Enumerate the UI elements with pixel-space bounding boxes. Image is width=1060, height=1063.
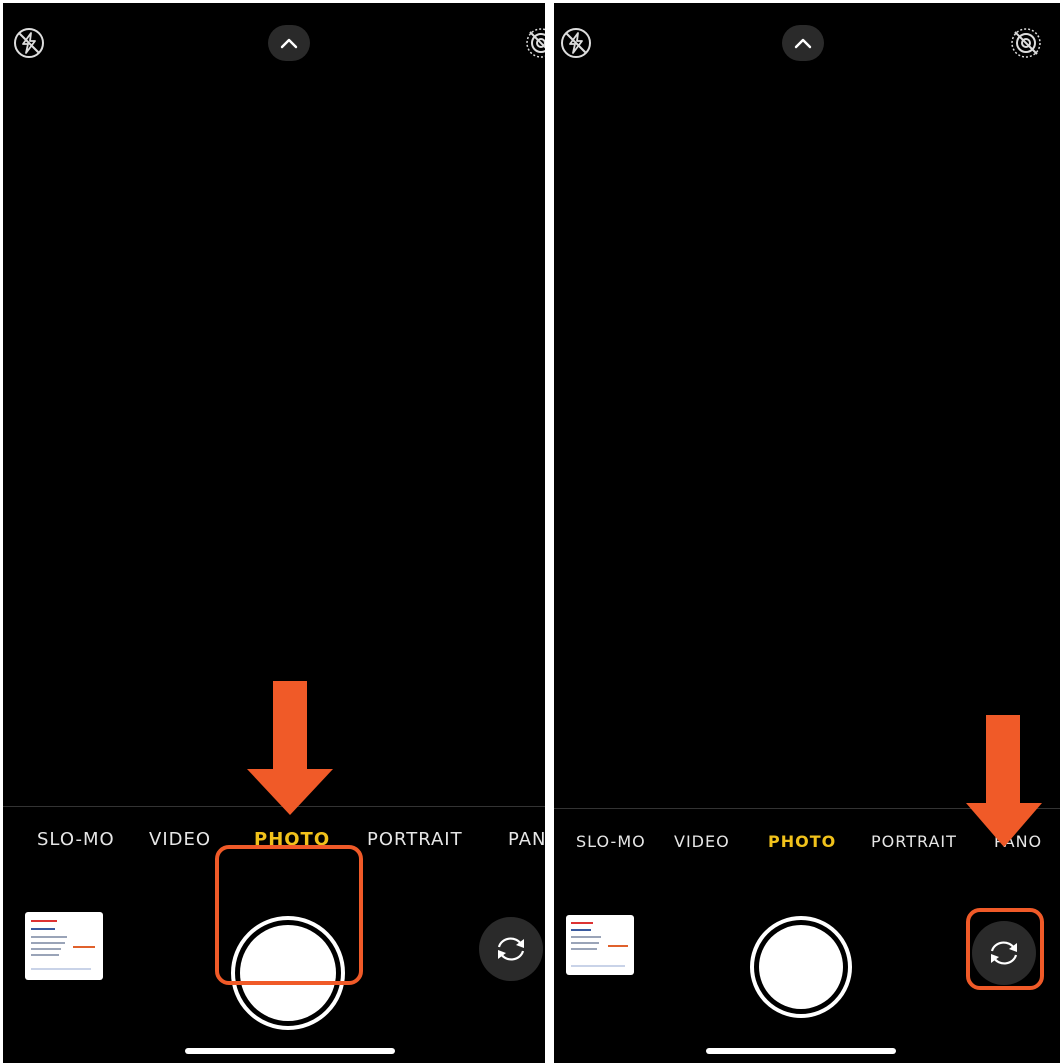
mode-photo[interactable]: PHOTO	[768, 832, 836, 851]
flip-camera-icon	[497, 937, 525, 961]
shutter-button-core	[759, 925, 843, 1009]
flip-camera-button[interactable]	[479, 917, 543, 981]
flip-camera-highlight-box	[966, 908, 1044, 990]
chevron-up-icon	[794, 38, 812, 49]
shutter-highlight-box	[215, 845, 363, 985]
flash-off-icon[interactable]	[560, 27, 592, 59]
home-indicator[interactable]	[185, 1048, 395, 1054]
arrow-down-indicator	[966, 715, 1042, 847]
flash-off-icon[interactable]	[13, 27, 45, 59]
arrow-down-indicator	[247, 681, 333, 815]
chevron-up-icon	[280, 38, 298, 49]
shutter-button[interactable]	[750, 916, 852, 1018]
expand-controls-button[interactable]	[268, 25, 310, 61]
camera-screen-left: SLO-MO VIDEO PHOTO PORTRAIT PANO	[3, 3, 545, 1063]
live-photo-off-icon[interactable]	[525, 27, 545, 59]
mode-video[interactable]: VIDEO	[149, 829, 211, 850]
mode-slo-mo[interactable]: SLO-MO	[576, 832, 646, 851]
mode-slo-mo[interactable]: SLO-MO	[37, 829, 115, 850]
mode-portrait[interactable]: PORTRAIT	[871, 832, 957, 851]
mode-video[interactable]: VIDEO	[674, 832, 730, 851]
last-photo-thumbnail[interactable]	[566, 915, 634, 975]
home-indicator[interactable]	[706, 1048, 896, 1054]
camera-screen-right: SLO-MO VIDEO PHOTO PORTRAIT PANO	[554, 3, 1060, 1063]
expand-controls-button[interactable]	[782, 25, 824, 61]
mode-portrait[interactable]: PORTRAIT	[367, 829, 463, 850]
mode-pano[interactable]: PANO	[508, 829, 545, 850]
live-photo-off-icon[interactable]	[1010, 27, 1042, 59]
last-photo-thumbnail[interactable]	[25, 912, 103, 980]
